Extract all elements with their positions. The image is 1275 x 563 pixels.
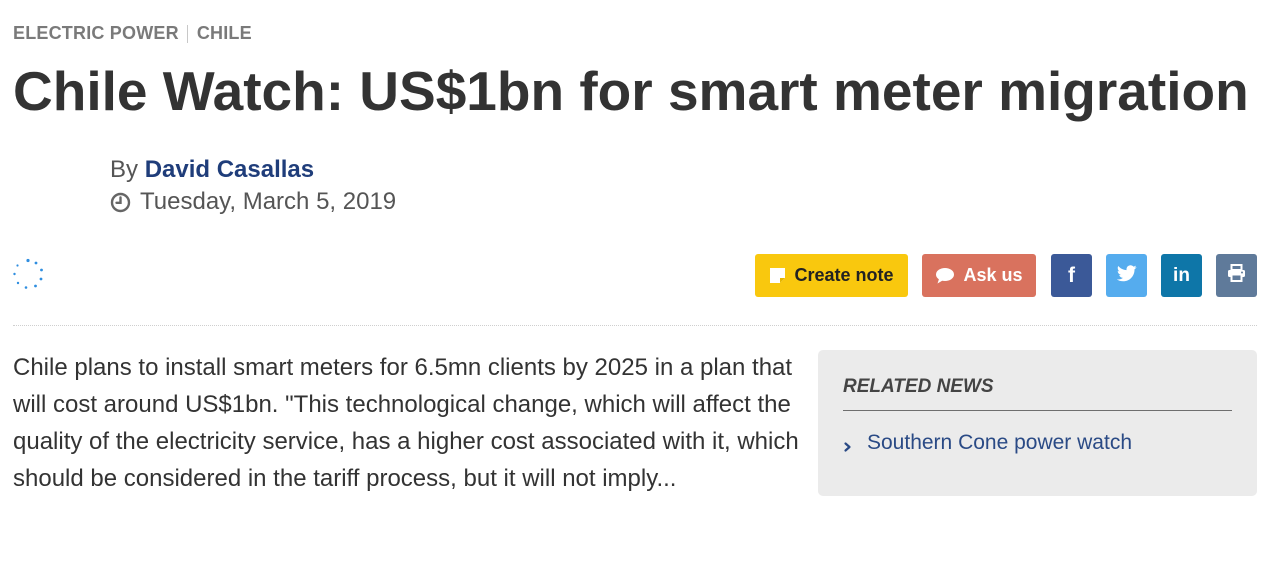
- article-summary: Chile plans to install smart meters for …: [13, 354, 799, 492]
- clock-icon: [110, 192, 131, 213]
- twitter-share-button[interactable]: [1106, 254, 1147, 297]
- ask-us-label: Ask us: [963, 265, 1023, 285]
- article-toolbar: Create note Ask us f in: [755, 254, 1257, 297]
- author-link[interactable]: David Casallas: [145, 156, 314, 183]
- related-news-list: Southern Cone power watch: [843, 431, 1232, 455]
- page-title: Chile Watch: US$1bn for smart meter migr…: [13, 60, 1249, 122]
- print-button[interactable]: [1216, 254, 1257, 297]
- related-news-heading: RELATED NEWS: [843, 376, 1232, 411]
- printer-icon: [1227, 264, 1246, 287]
- linkedin-icon: in: [1173, 264, 1190, 286]
- breadcrumb-country-link[interactable]: CHILE: [197, 23, 252, 44]
- section-divider: [13, 325, 1257, 326]
- breadcrumb: ELECTRIC POWER CHILE: [13, 23, 252, 44]
- twitter-icon: [1116, 264, 1137, 287]
- facebook-icon: f: [1068, 263, 1075, 287]
- article-page: ELECTRIC POWER CHILE Chile Watch: US$1bn…: [0, 0, 1275, 563]
- related-news-panel: RELATED NEWS Southern Cone power watch: [818, 350, 1257, 496]
- breadcrumb-section-link[interactable]: ELECTRIC POWER: [13, 23, 179, 44]
- linkedin-share-button[interactable]: in: [1161, 254, 1202, 297]
- loading-spinner-icon: [12, 258, 44, 290]
- facebook-share-button[interactable]: f: [1051, 254, 1092, 297]
- byline-prefix: By: [110, 156, 139, 183]
- publish-date: Tuesday, March 5, 2019: [140, 188, 397, 215]
- dateline: Tuesday, March 5, 2019: [110, 188, 396, 216]
- create-note-label: Create note: [794, 265, 894, 285]
- related-news-item: Southern Cone power watch: [843, 431, 1232, 455]
- related-news-link[interactable]: Southern Cone power watch: [867, 431, 1132, 455]
- create-note-button[interactable]: Create note: [755, 254, 908, 297]
- sticky-note-icon: [769, 267, 786, 284]
- breadcrumb-separator: [186, 24, 188, 43]
- speech-bubble-icon: [935, 267, 955, 284]
- chevron-right-icon: [843, 436, 853, 452]
- byline: By David Casallas: [110, 156, 314, 184]
- ask-us-button[interactable]: Ask us: [922, 254, 1036, 297]
